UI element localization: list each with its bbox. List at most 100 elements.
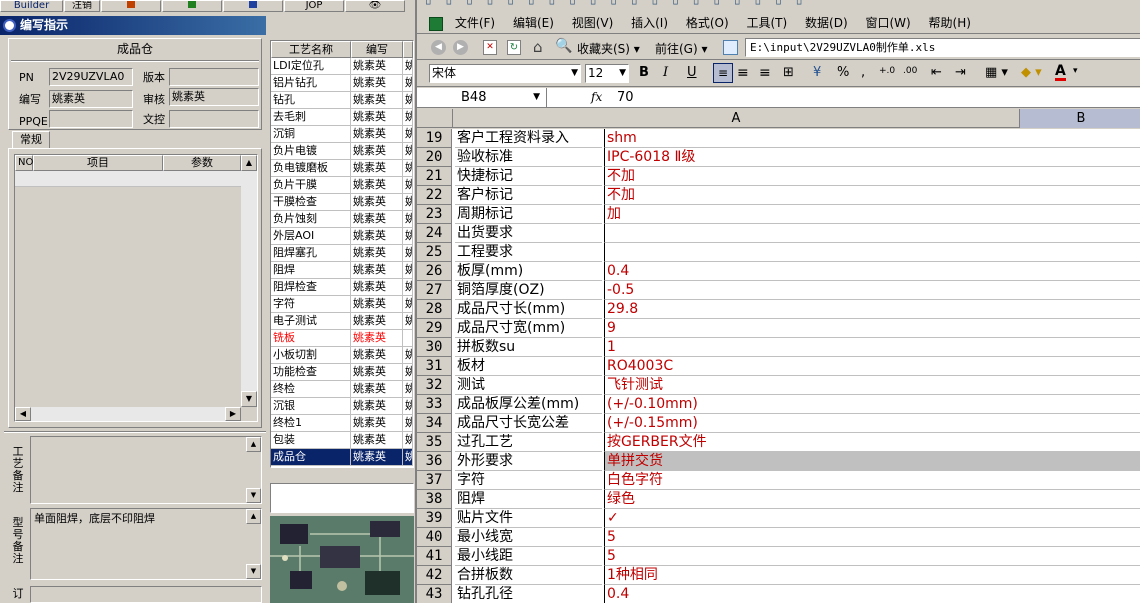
percent-button[interactable]: % [837,65,849,80]
decrease-decimal-icon[interactable]: .00 [903,66,917,76]
model-note-scroll-down[interactable]: ▼ [246,564,261,579]
goto-menu[interactable]: 前往(G) ▾ [655,40,708,57]
increase-indent-icon[interactable]: ⇥ [955,65,966,80]
process-row[interactable]: 阻焊塞孔姚素英姚 [271,245,413,262]
cell-a[interactable]: 铜箔厚度(OZ) [455,281,602,300]
process-row[interactable]: 负电镀磨板姚素英姚 [271,160,413,177]
column-header-a[interactable]: A [453,109,1020,128]
process-row[interactable]: 字符姚素英姚 [271,296,413,313]
toolbar-button-1[interactable] [101,0,161,12]
cell-a[interactable]: 最小线距 [455,547,602,566]
increase-decimal-icon[interactable]: +.0 [879,66,895,76]
process-row[interactable]: 去毛刺姚素英姚 [271,109,413,126]
cell-a[interactable]: 板材 [455,357,602,376]
process-row[interactable]: 干膜检查姚素英姚 [271,194,413,211]
process-row[interactable]: 电子测试姚素英姚 [271,313,413,330]
cell-a[interactable]: 阻焊 [455,490,602,509]
cell-b[interactable]: 按GERBER文件 [604,433,1140,452]
row-header[interactable]: 22 [417,186,452,205]
cell-b[interactable] [604,243,1140,262]
italic-button[interactable]: I [663,65,668,80]
order-field[interactable] [30,586,262,603]
model-note-field[interactable]: 单面阻焊，底层不印阻焊 ▲ ▼ [30,508,262,580]
logout-button[interactable]: 注销 [64,0,100,12]
cell-a[interactable]: 成品尺寸长宽公差 [455,414,602,433]
scroll-down-button[interactable]: ▼ [241,391,257,407]
process-row[interactable]: 功能检查姚素英姚 [271,364,413,381]
font-name-box[interactable]: 宋体 ▼ [429,64,581,83]
cell-a[interactable]: 钻孔孔径 [455,585,602,603]
process-note-field[interactable]: ▲ ▼ [30,436,262,504]
currency-icon[interactable]: ¥ [813,65,821,80]
fill-color-icon[interactable]: ◆ ▾ [1021,65,1042,80]
row-header[interactable]: 30 [417,338,452,357]
cell-a[interactable]: 字符 [455,471,602,490]
process-row[interactable]: 终检1姚素英姚 [271,415,413,432]
process-row[interactable]: LDI定位孔姚素英姚 [271,58,413,75]
scroll-left-button[interactable]: ◀ [15,407,31,421]
cell-b[interactable]: RO4003C [604,357,1140,376]
row-header[interactable]: 27 [417,281,452,300]
process-row[interactable]: 沉银姚素英姚 [271,398,413,415]
row-header[interactable]: 38 [417,490,452,509]
column-header-b[interactable]: B [1020,109,1140,128]
cell-b[interactable]: 1种相同 [604,566,1140,585]
cell-b[interactable]: 单拼交货 [604,452,1140,471]
cell-a[interactable]: 工程要求 [455,243,602,262]
show-only-web-toolbar-icon[interactable] [723,40,738,55]
toolbar-button-2[interactable] [162,0,222,12]
version-field[interactable] [169,68,259,86]
favorites-menu[interactable]: 收藏夹(S) ▾ [577,40,640,57]
cell-b[interactable]: 29.8 [604,300,1140,319]
cell-b[interactable]: 加 [604,205,1140,224]
underline-button[interactable]: U [687,65,697,80]
cell-a[interactable]: 板厚(mm) [455,262,602,281]
process-row[interactable]: 成品仓姚素英姚 [271,449,413,466]
back-icon[interactable]: ◀ [431,40,446,55]
cell-a[interactable]: 最小线宽 [455,528,602,547]
row-header[interactable]: 40 [417,528,452,547]
row-header[interactable]: 28 [417,300,452,319]
cell-a[interactable]: 客户工程资料录入 [455,129,602,148]
cell-a[interactable]: 快捷标记 [455,167,602,186]
process-row[interactable]: 负片电镀姚素英姚 [271,143,413,160]
note-scroll-down[interactable]: ▼ [246,488,261,503]
cell-b[interactable]: (+/-0.15mm) [604,414,1140,433]
tab-general[interactable]: 常规 [12,131,50,149]
address-field[interactable]: E:\input\2V29UZVLA0制作单.xls [745,38,1140,57]
row-header[interactable]: 21 [417,167,452,186]
row-header[interactable]: 20 [417,148,452,167]
cell-b[interactable]: 绿色 [604,490,1140,509]
cell-b[interactable]: 0.4 [604,262,1140,281]
ppqe-field[interactable] [49,110,133,128]
model-note-scroll-up[interactable]: ▲ [246,509,261,524]
row-header[interactable]: 41 [417,547,452,566]
row-header[interactable]: 31 [417,357,452,376]
process-row[interactable]: 阻焊检查姚素英姚 [271,279,413,296]
cell-b[interactable]: IPC-6018 Ⅱ级 [604,148,1140,167]
align-left-button[interactable]: ≡ [713,63,733,83]
cell-a[interactable]: 成品尺寸长(mm) [455,300,602,319]
cell-a[interactable]: 过孔工艺 [455,433,602,452]
cell-b[interactable]: (+/-0.10mm) [604,395,1140,414]
row-header[interactable]: 26 [417,262,452,281]
function-icon[interactable]: fx [591,90,602,104]
cell-a[interactable]: 贴片文件 [455,509,602,528]
cell-a[interactable]: 验收标准 [455,148,602,167]
reviewer-field[interactable]: 姚素英 [169,88,259,106]
row-header[interactable]: 43 [417,585,452,603]
toolbar-button-5[interactable]: 👁 [345,0,405,12]
name-box[interactable]: B48 ▼ [417,88,547,107]
cell-a[interactable]: 客户标记 [455,186,602,205]
cell-b[interactable]: 不加 [604,167,1140,186]
font-color-dropdown-icon[interactable]: ▾ [1073,66,1078,76]
process-row[interactable]: 沉铜姚素英姚 [271,126,413,143]
row-header[interactable]: 23 [417,205,452,224]
cell-a[interactable]: 拼板数su [455,338,602,357]
row-header[interactable]: 39 [417,509,452,528]
process-row[interactable]: 钻孔姚素英姚 [271,92,413,109]
process-row[interactable]: 铝片钻孔姚素英姚 [271,75,413,92]
horizontal-scrollbar-track[interactable] [31,407,225,421]
row-header[interactable]: 24 [417,224,452,243]
row-header[interactable]: 36 [417,452,452,471]
